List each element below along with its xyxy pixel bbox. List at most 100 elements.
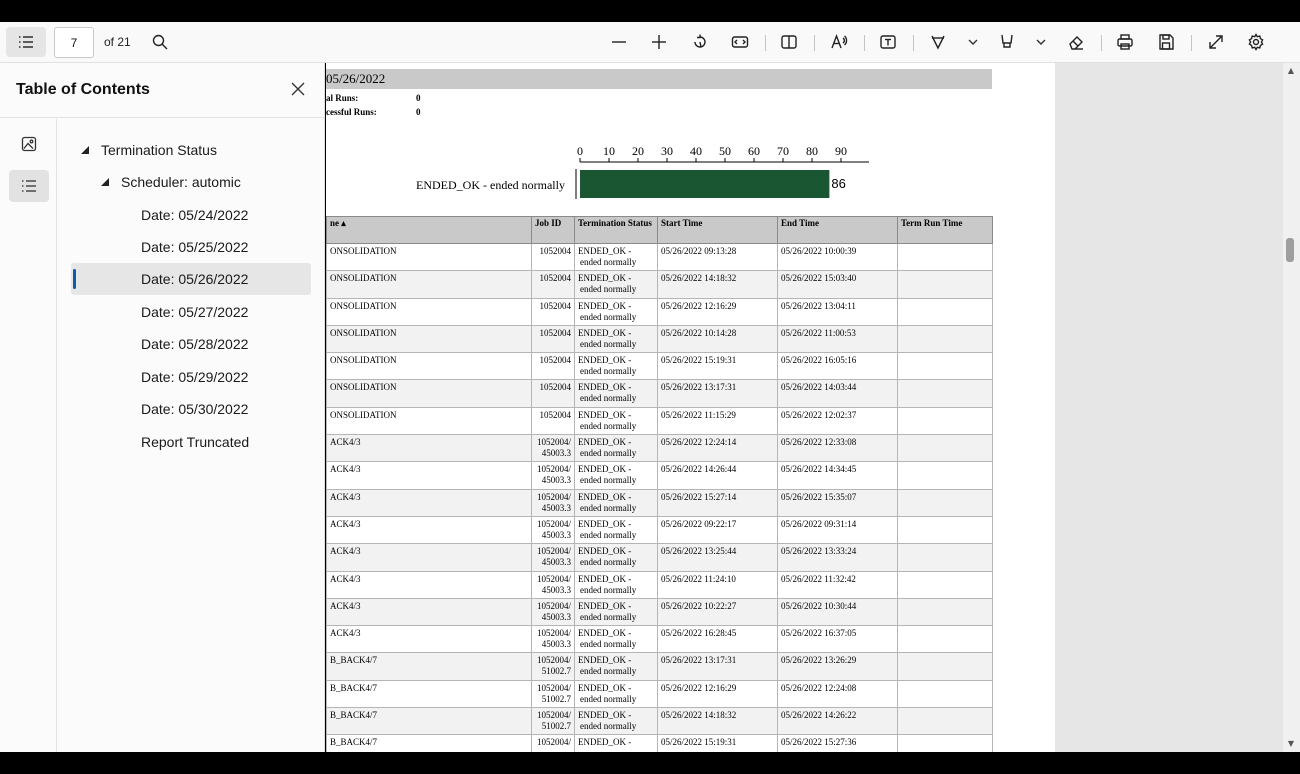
cell-start-time: 05/26/2022 10:14:28 bbox=[657, 324, 778, 354]
highlight-options-chevron-down-icon[interactable] bbox=[1034, 34, 1048, 50]
cell-term-run-time bbox=[897, 270, 993, 299]
cell-term-run-time bbox=[897, 488, 993, 517]
highlight-icon[interactable] bbox=[991, 27, 1023, 57]
cell-job-id: 1052004/ bbox=[531, 734, 575, 752]
status-line: ended normally bbox=[580, 448, 637, 459]
x-tick-label: 80 bbox=[806, 144, 818, 158]
add-text-icon[interactable] bbox=[872, 27, 904, 57]
toc-item-label: Date: 05/25/2022 bbox=[141, 239, 249, 255]
zoom-in-icon[interactable] bbox=[643, 27, 675, 57]
document-viewer[interactable]: 05/26/2022 al Runs: 0 cessful Runs: 0 0 1… bbox=[326, 63, 1285, 752]
job-id-line: 1052004/ bbox=[536, 491, 571, 502]
panel-rail bbox=[0, 119, 57, 752]
toc-item-label: Termination Status bbox=[101, 142, 217, 158]
page-number-input[interactable]: 7 bbox=[54, 27, 94, 58]
status-bar-chart: 0 10 20 30 40 50 60 70 80 90 ENDED_OK - ended nor… bbox=[326, 133, 886, 213]
job-id-line: 45003.3 bbox=[541, 448, 571, 459]
toolbar-divider bbox=[864, 35, 865, 51]
cell-end-time: 05/26/2022 15:27:36 bbox=[777, 734, 898, 752]
page-view-icon[interactable] bbox=[773, 27, 805, 57]
draw-icon[interactable] bbox=[922, 27, 954, 57]
cell-end-time: 05/26/2022 14:26:22 bbox=[777, 707, 898, 736]
cell-status: ENDED_OK - ended normally bbox=[574, 597, 658, 627]
settings-gear-icon[interactable] bbox=[1240, 27, 1272, 57]
status-line: ENDED_OK - bbox=[578, 491, 632, 502]
cell-start-time: 05/26/2022 11:24:10 bbox=[657, 570, 778, 599]
toc-item-date[interactable]: Date: 05/27/2022 bbox=[71, 296, 311, 328]
cell-term-run-time bbox=[897, 379, 993, 408]
column-header-job-id[interactable]: Job ID bbox=[531, 216, 575, 244]
print-icon[interactable] bbox=[1109, 27, 1141, 57]
scroll-up-arrow-icon[interactable]: ▲ bbox=[1284, 66, 1298, 76]
search-icon[interactable] bbox=[144, 27, 176, 57]
job-id-line: 45003.3 bbox=[541, 502, 571, 513]
contents-list-icon[interactable] bbox=[9, 170, 49, 202]
column-header-start-time[interactable]: Start Time bbox=[657, 216, 778, 244]
status-line: ended normally bbox=[580, 721, 637, 732]
status-line: ENDED_OK - bbox=[578, 464, 632, 475]
cell-start-time: 05/26/2022 15:19:31 bbox=[657, 352, 778, 381]
column-header-term-run-time[interactable]: Term Run Time bbox=[897, 216, 993, 244]
table-row: ACK4/3 1052004/45003.3 ENDED_OK - ended nor… bbox=[326, 570, 993, 599]
cell-name: ACK4/3 bbox=[326, 625, 532, 654]
job-id-line: 51002.7 bbox=[541, 721, 571, 732]
status-line: ended normally bbox=[580, 502, 637, 513]
cell-start-time: 05/26/2022 09:22:17 bbox=[657, 515, 778, 545]
save-icon[interactable] bbox=[1150, 27, 1182, 57]
bar-data-label: 86 bbox=[831, 176, 846, 191]
toc-item-report-truncated[interactable]: Report Truncated bbox=[71, 426, 311, 458]
cell-term-run-time bbox=[897, 597, 993, 627]
toc-item-termination-status[interactable]: Termination Status bbox=[71, 134, 311, 166]
status-line: ended normally bbox=[580, 529, 637, 540]
toc-item-date[interactable]: Date: 05/30/2022 bbox=[71, 393, 311, 425]
draw-options-chevron-down-icon[interactable] bbox=[966, 34, 980, 50]
toc-item-date[interactable]: Date: 05/28/2022 bbox=[71, 328, 311, 360]
cell-status: ENDED_OK - ended normally bbox=[574, 652, 658, 681]
cell-term-run-time bbox=[897, 406, 993, 436]
cell-status: ENDED_OK - ended normally bbox=[574, 242, 658, 272]
bar-category-label: ENDED_OK - ended normally bbox=[416, 178, 565, 192]
eraser-icon[interactable] bbox=[1060, 27, 1092, 57]
cell-start-time: 05/26/2022 10:22:27 bbox=[657, 597, 778, 627]
toc-item-date-selected[interactable]: Date: 05/26/2022 bbox=[71, 263, 311, 295]
rotate-icon[interactable] bbox=[684, 27, 716, 57]
cell-start-time: 05/26/2022 14:18:32 bbox=[657, 270, 778, 299]
fullscreen-icon[interactable] bbox=[1200, 27, 1232, 57]
date-header: 05/26/2022 bbox=[326, 71, 386, 86]
toc-item-label: Scheduler: automic bbox=[121, 174, 241, 190]
cell-job-id: 1052004 bbox=[531, 297, 575, 326]
toc-item-label: Date: 05/26/2022 bbox=[141, 271, 249, 287]
cell-term-run-time bbox=[897, 352, 993, 381]
cell-name: ACK4/3 bbox=[326, 597, 532, 627]
thumbnails-icon[interactable] bbox=[9, 128, 49, 160]
cell-term-run-time bbox=[897, 434, 993, 463]
column-header-termination-status[interactable]: Termination Status bbox=[574, 216, 658, 244]
job-id-line: 45003.3 bbox=[541, 611, 571, 622]
scroll-down-arrow-icon[interactable]: ▼ bbox=[1284, 739, 1298, 749]
read-aloud-icon[interactable] bbox=[823, 27, 855, 57]
toc-item-date[interactable]: Date: 05/25/2022 bbox=[71, 231, 311, 263]
x-tick-label: 90 bbox=[835, 144, 847, 158]
table-of-contents-toggle-icon[interactable] bbox=[6, 27, 46, 57]
toc-item-date[interactable]: Date: 05/29/2022 bbox=[71, 361, 311, 393]
cell-start-time: 05/26/2022 12:24:14 bbox=[657, 434, 778, 463]
table-row: B_BACK4/7 1052004/51002.7 ENDED_OK - ended … bbox=[326, 679, 993, 709]
fit-width-icon[interactable] bbox=[724, 27, 756, 57]
column-header-end-time[interactable]: End Time bbox=[777, 216, 898, 244]
status-line: ENDED_OK - bbox=[578, 300, 632, 311]
cell-end-time: 05/26/2022 12:24:08 bbox=[777, 679, 898, 709]
column-header-name[interactable]: ne ▴ bbox=[326, 216, 532, 244]
cell-end-time: 05/26/2022 10:00:39 bbox=[777, 242, 898, 272]
job-id-line: 1052004 bbox=[539, 273, 572, 284]
vertical-scrollbar[interactable] bbox=[1283, 63, 1300, 752]
cell-job-id: 1052004/45003.3 bbox=[531, 515, 575, 545]
toc-item-scheduler[interactable]: Scheduler: automic bbox=[71, 166, 311, 198]
close-icon[interactable] bbox=[287, 78, 309, 100]
table-header-row: ne ▴ Job ID Termination Status Start Tim… bbox=[326, 216, 993, 244]
collapse-triangle-icon[interactable] bbox=[100, 177, 110, 187]
status-line: ended normally bbox=[580, 693, 637, 704]
collapse-triangle-icon[interactable] bbox=[80, 145, 90, 155]
scrollbar-thumb[interactable] bbox=[1286, 238, 1294, 262]
zoom-out-icon[interactable] bbox=[603, 27, 635, 57]
toc-item-date[interactable]: Date: 05/24/2022 bbox=[71, 199, 311, 231]
